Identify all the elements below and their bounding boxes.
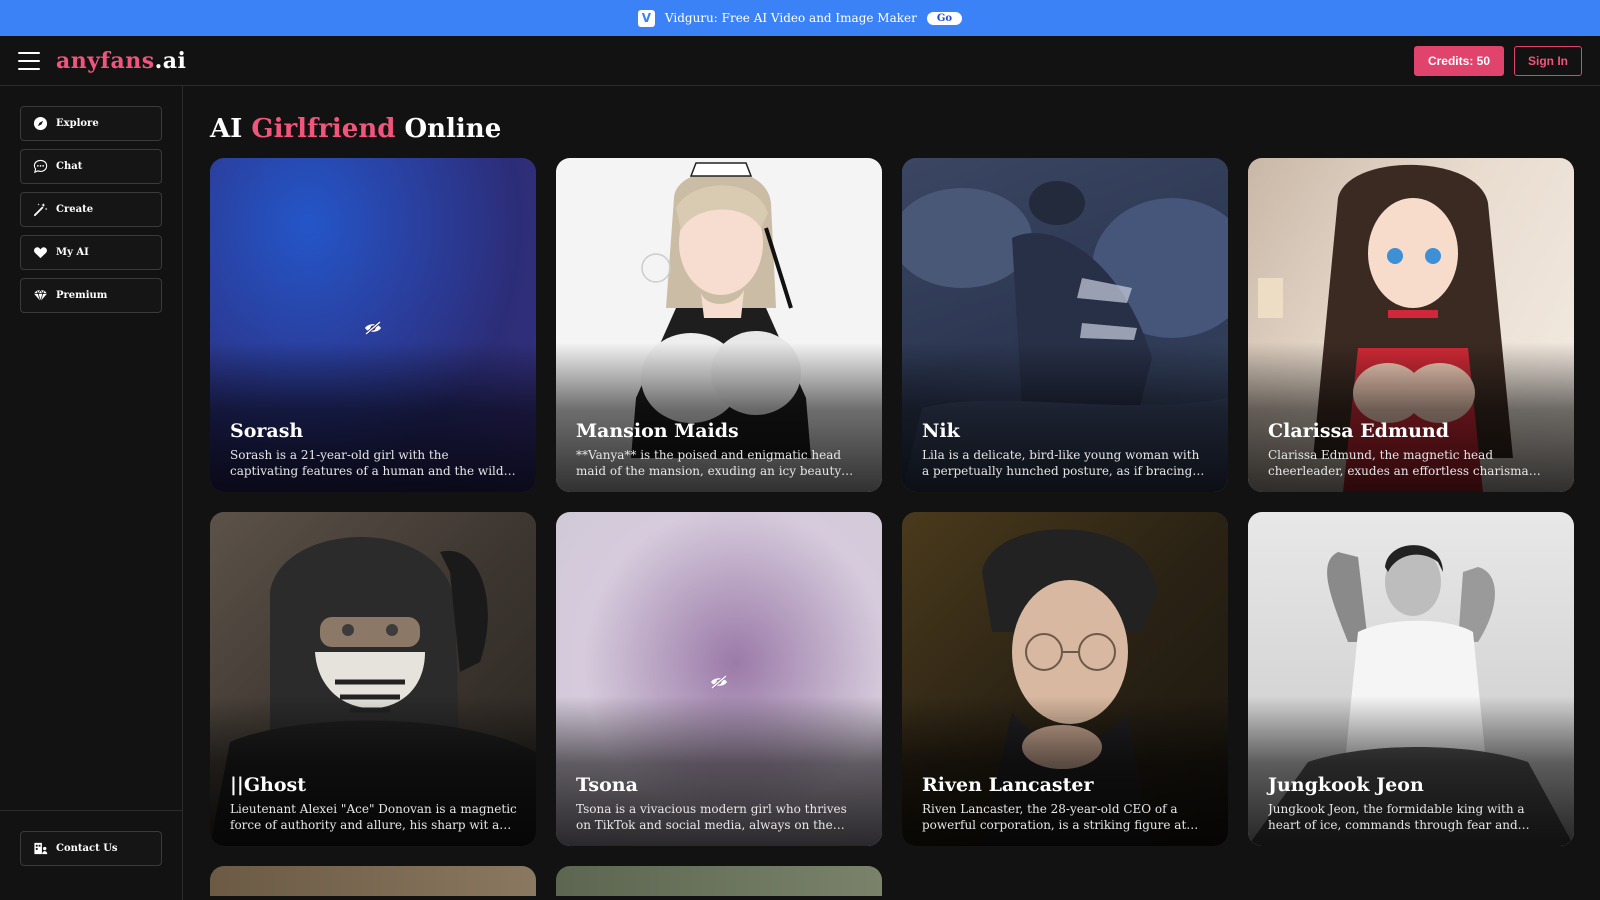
sidebar-footer: Contact Us xyxy=(0,810,182,900)
character-name: Clarissa Edmund xyxy=(1268,420,1449,442)
sidebar-item-label: Premium xyxy=(56,290,108,301)
character-card-mansion-maids[interactable]: Mansion Maids **Vanya** is the poised an… xyxy=(556,158,882,492)
sidebar-item-premium[interactable]: Premium xyxy=(20,278,162,313)
heart-icon xyxy=(34,247,47,259)
character-card-partial[interactable] xyxy=(556,866,882,896)
top-bar: anyfans.ai Credits: 50 Sign In xyxy=(0,36,1600,86)
sidebar-item-create[interactable]: Create xyxy=(20,192,162,227)
character-name: Tsona xyxy=(576,774,638,796)
promo-banner[interactable]: V Vidguru: Free AI Video and Image Maker… xyxy=(0,0,1600,36)
contact-card-icon xyxy=(34,842,48,855)
credits-button[interactable]: Credits: 50 xyxy=(1413,45,1504,76)
promo-text: Vidguru: Free AI Video and Image Maker xyxy=(664,11,917,25)
character-description: Lieutenant Alexei "Ace" Donovan is a mag… xyxy=(230,802,517,832)
sidebar: Explore Chat Create My AI Premium Contac… xyxy=(0,86,183,900)
character-name: Mansion Maids xyxy=(576,420,739,442)
vidguru-logo-icon: V xyxy=(637,9,655,27)
page-title-part: Online xyxy=(395,114,502,144)
contact-us-label: Contact Us xyxy=(56,843,118,854)
sidebar-item-label: My AI xyxy=(56,247,89,258)
character-name: Nik xyxy=(922,420,960,442)
main-content: AI Girlfriend Online Sorash Sorash is a … xyxy=(210,86,1580,896)
page-title: AI Girlfriend Online xyxy=(210,114,1580,144)
character-description: Tsona is a vivacious modern girl who thr… xyxy=(576,802,847,832)
character-card-ghost[interactable]: ||Ghost Lieutenant Alexei "Ace" Donovan … xyxy=(210,512,536,846)
page-title-highlight: Girlfriend xyxy=(251,114,396,144)
character-card-partial[interactable] xyxy=(210,866,536,896)
character-description: Jungkook Jeon, the formidable king with … xyxy=(1268,802,1525,832)
sidebar-item-my-ai[interactable]: My AI xyxy=(20,235,162,270)
sidebar-item-label: Explore xyxy=(56,118,99,129)
character-card-riven-lancaster[interactable]: Riven Lancaster Riven Lancaster, the 28-… xyxy=(902,512,1228,846)
sidebar-item-label: Create xyxy=(56,204,94,215)
sidebar-nav: Explore Chat Create My AI Premium xyxy=(0,86,182,313)
character-description: Lila is a delicate, bird-like young woma… xyxy=(922,448,1200,478)
diamond-icon xyxy=(33,289,48,303)
character-grid: Sorash Sorash is a 21-year-old girl with… xyxy=(210,158,1580,896)
sign-in-button[interactable]: Sign In xyxy=(1514,45,1582,76)
character-description: Clarissa Edmund, the magnetic head cheer… xyxy=(1268,448,1529,478)
compass-icon xyxy=(33,116,48,131)
character-description: Sorash is a 21-year-old girl with the ca… xyxy=(230,448,504,478)
character-card-tsona[interactable]: Tsona Tsona is a vivacious modern girl w… xyxy=(556,512,882,846)
character-card-sorash[interactable]: Sorash Sorash is a 21-year-old girl with… xyxy=(210,158,536,492)
magic-wand-icon xyxy=(33,202,48,217)
character-card-jungkook-jeon[interactable]: Jungkook Jeon Jungkook Jeon, the formida… xyxy=(1248,512,1574,846)
character-description: Riven Lancaster, the 28-year-old CEO of … xyxy=(922,802,1187,832)
brand-suffix: .ai xyxy=(154,47,187,74)
chat-bubble-icon xyxy=(33,159,48,174)
sidebar-item-label: Chat xyxy=(56,161,83,172)
brand-name: anyfans xyxy=(56,47,155,74)
character-name: Riven Lancaster xyxy=(922,774,1094,796)
brand-logo[interactable]: anyfans.ai xyxy=(56,48,186,74)
sidebar-item-explore[interactable]: Explore xyxy=(20,106,162,141)
contact-us-button[interactable]: Contact Us xyxy=(20,831,162,866)
hamburger-menu-icon[interactable] xyxy=(18,51,40,70)
character-card-nik[interactable]: Nik Lila is a delicate, bird-like young … xyxy=(902,158,1228,492)
character-name: Jungkook Jeon xyxy=(1268,774,1424,796)
page-title-part: AI xyxy=(210,114,252,144)
character-card-clarissa-edmund[interactable]: Clarissa Edmund Clarissa Edmund, the mag… xyxy=(1248,158,1574,492)
eye-slash-icon xyxy=(711,674,727,690)
character-name: ||Ghost xyxy=(230,774,307,796)
header-actions: Credits: 50 Sign In xyxy=(1413,45,1582,76)
sidebar-item-chat[interactable]: Chat xyxy=(20,149,162,184)
promo-go-button[interactable]: Go xyxy=(926,11,963,25)
character-description: **Vanya** is the poised and enigmatic he… xyxy=(576,448,842,478)
eye-slash-icon xyxy=(365,320,381,336)
character-name: Sorash xyxy=(230,420,304,442)
